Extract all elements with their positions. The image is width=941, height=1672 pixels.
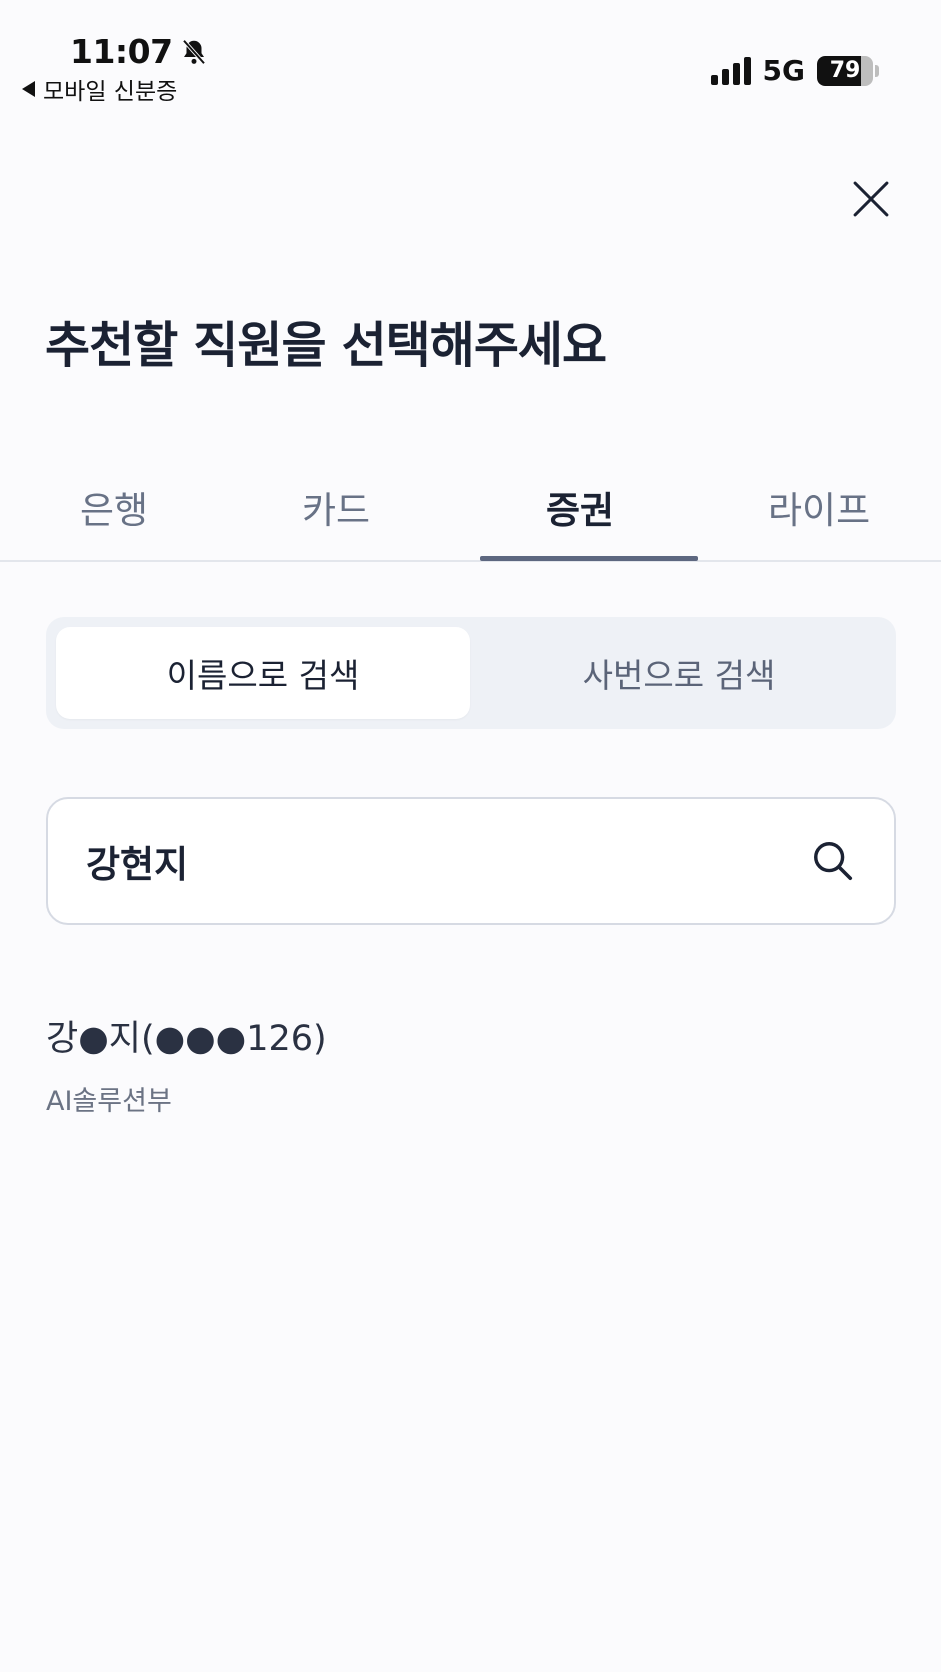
search-icon[interactable] [810, 838, 856, 884]
battery-tip [875, 64, 879, 77]
tab-bank[interactable]: 은행 [80, 480, 148, 534]
network-type: 5G [762, 54, 805, 87]
employee-name: 강●지(●●●126) [46, 1019, 327, 1059]
tab-life[interactable]: 라이프 [768, 480, 870, 534]
tab-securities[interactable]: 증권 [546, 480, 614, 534]
employee-department: AI솔루션부 [46, 1086, 172, 1117]
active-tab-indicator [480, 556, 698, 561]
search-input[interactable] [86, 839, 810, 883]
time-text: 11:07 [70, 32, 173, 71]
search-by-id-button[interactable]: 사번으로 검색 [472, 627, 886, 719]
signal-icon [710, 56, 751, 85]
tab-card[interactable]: 카드 [302, 480, 370, 534]
search-mode-toggle: 이름으로 검색 사번으로 검색 [46, 617, 896, 729]
status-bar-right: 5G 79 [710, 54, 879, 87]
back-to-app-link[interactable]: 모바일 신분증 [22, 72, 177, 106]
page-title: 추천할 직원을 선택해주세요 [45, 317, 607, 374]
back-label: 모바일 신분증 [43, 79, 178, 105]
close-button[interactable] [852, 180, 890, 218]
status-bar-time: 11:07 [70, 32, 209, 71]
category-tabs: 은행 카드 증권 라이프 [0, 470, 941, 562]
battery-percent: 79 [829, 58, 861, 83]
battery-icon: 79 [817, 55, 873, 86]
bell-slash-icon [182, 39, 205, 64]
search-field [46, 797, 896, 925]
back-arrow-icon [22, 81, 35, 97]
search-by-name-button[interactable]: 이름으로 검색 [56, 627, 470, 719]
recommend-employee-page: 11:07 모바일 신분증 5G 79 추천할 직원을 선택해주세요 은행 카드… [0, 0, 941, 1672]
list-item[interactable]: 강●지(●●●126) AI솔루션부 [46, 1010, 896, 1118]
